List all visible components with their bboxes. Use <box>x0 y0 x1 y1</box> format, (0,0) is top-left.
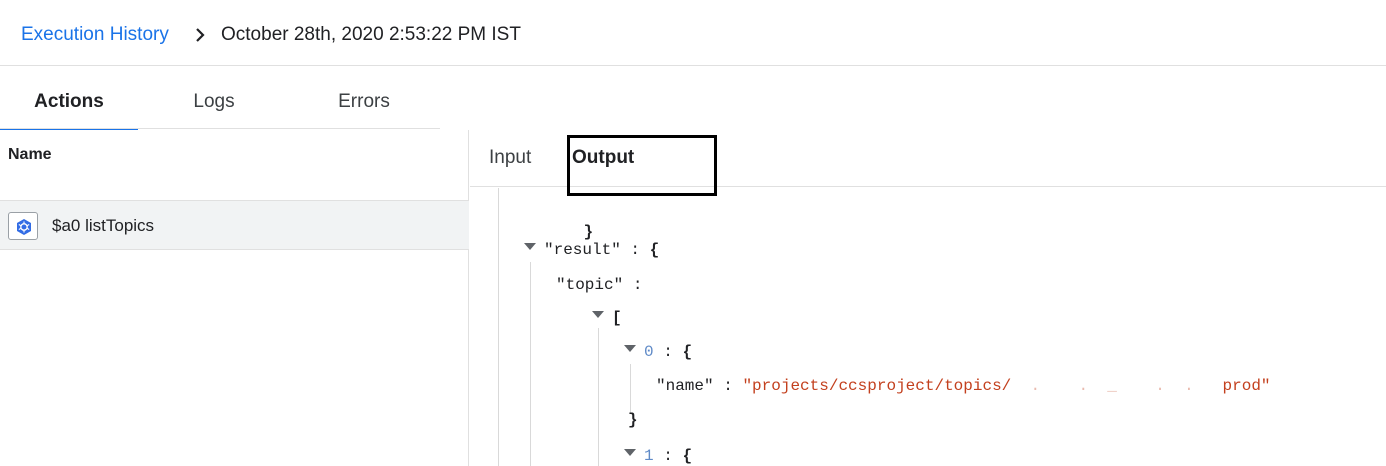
json-colon: : <box>663 343 673 361</box>
redacted-text: . . _ . . <box>1011 377 1223 395</box>
tree-guide-line <box>598 328 599 466</box>
execution-timestamp: October 28th, 2020 2:53:22 PM IST <box>221 24 521 45</box>
json-key-topic: "topic" <box>556 276 624 294</box>
tab-actions-label: Actions <box>34 91 104 112</box>
json-open-brace: { <box>682 447 693 465</box>
main-tabs: Actions Logs Errors <box>0 78 440 130</box>
io-tabs: Input Output <box>470 130 1386 196</box>
tab-input[interactable]: Input <box>489 147 531 169</box>
tree-guide-line <box>630 364 631 414</box>
execution-history-link[interactable]: Execution History <box>21 24 169 46</box>
json-colon: : <box>632 276 643 294</box>
chevron-right-icon <box>193 26 207 44</box>
collapse-caret-icon[interactable] <box>592 311 604 318</box>
json-name-value: "projects/ccsproject/topics/ <box>742 377 1012 395</box>
kubernetes-helm-icon <box>8 212 38 240</box>
json-open-brace: { <box>649 241 660 259</box>
json-name-value-end: prod" <box>1222 377 1271 395</box>
json-close-brace: } <box>583 223 594 241</box>
json-line-result: "result" : { <box>544 241 659 259</box>
action-row-label: $a0 listTopics <box>52 216 155 235</box>
breadcrumb: Execution History October 28th, 2020 2:5… <box>0 0 1386 66</box>
tab-errors-label: Errors <box>338 91 390 112</box>
json-line-array: [ <box>612 309 622 327</box>
json-key-name: "name" <box>656 377 714 395</box>
output-tab-highlight <box>567 135 717 196</box>
collapse-caret-icon[interactable] <box>624 449 636 456</box>
json-line-name: "name" : "projects/ccsproject/topics/ . … <box>656 377 1271 395</box>
tree-guide-line <box>498 188 499 466</box>
json-colon: : <box>630 241 641 259</box>
actions-list-panel: Name $a0 listTopics <box>0 130 469 466</box>
json-index-1: 1 <box>644 447 654 465</box>
tab-errors[interactable]: Errors <box>290 78 438 130</box>
name-column-header: Name <box>8 146 52 163</box>
json-colon: : <box>663 447 673 465</box>
json-close-brace: } <box>628 411 638 429</box>
json-colon: : <box>723 377 733 395</box>
tree-guide-line <box>530 262 531 466</box>
tab-actions[interactable]: Actions <box>0 78 138 130</box>
json-array-open: [ <box>612 309 622 327</box>
json-open-brace: { <box>682 343 693 361</box>
action-detail-panel: Input Output } "result" : { "topic" : [ … <box>470 130 1386 466</box>
collapse-caret-icon[interactable] <box>524 243 536 250</box>
tab-logs-label: Logs <box>193 91 235 112</box>
json-line: } <box>628 411 638 429</box>
json-key-result: "result" <box>544 241 621 259</box>
collapse-caret-icon[interactable] <box>624 345 636 352</box>
json-line-item0: 0 : { <box>644 343 692 361</box>
action-row[interactable]: $a0 listTopics <box>0 200 469 250</box>
json-index-0: 0 <box>644 343 654 361</box>
json-output-viewer: } "result" : { "topic" : [ 0 : { "name" … <box>470 188 1386 466</box>
tabs-divider <box>0 128 440 129</box>
tab-logs[interactable]: Logs <box>140 78 288 130</box>
json-line-topic: "topic" : <box>556 276 642 294</box>
json-line-item1: 1 : { <box>644 447 692 465</box>
